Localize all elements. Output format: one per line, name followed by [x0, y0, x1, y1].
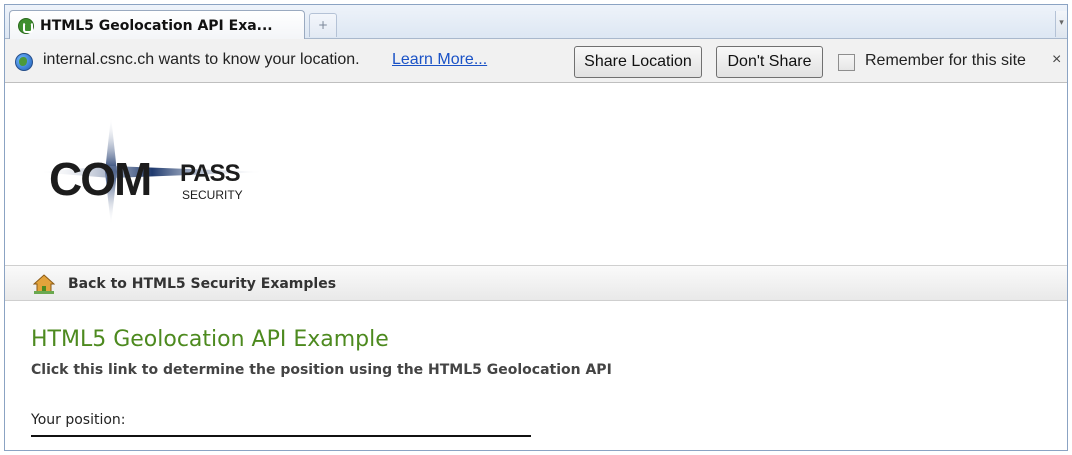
remember-label[interactable]: Remember for this site	[865, 52, 1026, 70]
compass-security-logo: COM PASS SECURITY	[35, 114, 275, 229]
compass-favicon-icon	[18, 17, 34, 34]
share-location-button[interactable]: Share Location	[574, 46, 702, 78]
position-underline	[31, 435, 531, 437]
page-content: COM PASS SECURITY Back to HTML5 Security…	[5, 84, 1067, 450]
new-tab-button[interactable]: +	[309, 13, 337, 37]
tab-geolocation[interactable]: HTML5 Geolocation API Exa...	[9, 10, 305, 40]
browser-window: HTML5 Geolocation API Exa... + ▾ interna…	[4, 4, 1068, 451]
your-position-label: Your position:	[31, 412, 126, 428]
page-nav-bar: Back to HTML5 Security Examples	[5, 265, 1067, 301]
logo-pass-text: PASS	[180, 160, 241, 187]
back-to-examples-link[interactable]: Back to HTML5 Security Examples	[68, 276, 336, 292]
dont-share-button[interactable]: Don't Share	[716, 46, 823, 78]
page-title: HTML5 Geolocation API Example	[31, 327, 389, 352]
geolocation-notification-bar: internal.csnc.ch wants to know your loca…	[5, 39, 1067, 83]
tab-strip: HTML5 Geolocation API Exa... + ▾	[5, 5, 1067, 40]
close-notification-button[interactable]: ×	[1052, 51, 1061, 69]
tab-title: HTML5 Geolocation API Exa...	[40, 17, 273, 34]
tab-list-dropdown-button[interactable]: ▾	[1055, 11, 1067, 37]
determine-position-link[interactable]: Click this link to determine the positio…	[31, 362, 612, 378]
logo-com-text: COM	[49, 153, 152, 205]
remember-checkbox[interactable]	[838, 54, 855, 71]
notification-message: internal.csnc.ch wants to know your loca…	[43, 51, 360, 68]
home-icon[interactable]	[33, 274, 55, 294]
logo-security-text: SECURITY	[182, 188, 243, 202]
learn-more-link[interactable]: Learn More...	[392, 51, 487, 69]
globe-icon	[15, 53, 33, 71]
